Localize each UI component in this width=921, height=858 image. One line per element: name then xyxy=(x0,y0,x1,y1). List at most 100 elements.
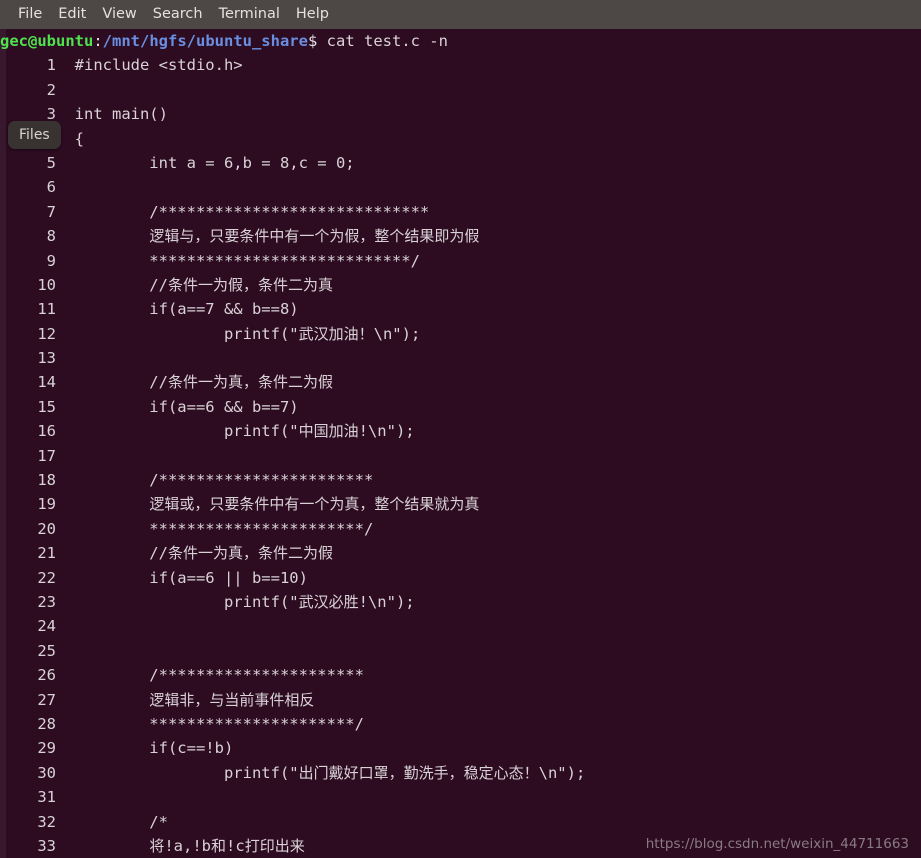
code-line: 13 xyxy=(0,346,921,370)
code-line: 17 xyxy=(0,444,921,468)
line-number: 33 xyxy=(0,836,75,855)
files-tooltip[interactable]: Files xyxy=(8,121,61,149)
line-number: 32 xyxy=(0,812,75,831)
terminal-screen[interactable]: gec@ubuntu:/mnt/hgfs/ubuntu_share$ cat t… xyxy=(0,29,921,858)
line-content: //条件一为假，条件二为真 xyxy=(74,275,333,294)
line-number: 20 xyxy=(0,519,75,538)
code-line: 23 printf("武汉必胜!\n"); xyxy=(0,590,921,614)
line-content: /***************************** xyxy=(74,202,430,221)
line-number: 14 xyxy=(0,373,75,392)
line-content: printf("武汉必胜!\n"); xyxy=(74,592,415,611)
line-content: /********************** xyxy=(74,666,364,685)
line-number: 19 xyxy=(0,495,75,514)
line-number: 21 xyxy=(0,544,75,563)
terminal-window: File Edit View Search Terminal Help gec@… xyxy=(0,0,921,858)
line-number: 18 xyxy=(0,471,75,490)
line-number: 13 xyxy=(0,349,75,368)
line-content: { xyxy=(74,129,84,148)
prompt-sigil: $ xyxy=(307,32,318,50)
line-content: #include <stdio.h> xyxy=(74,56,243,75)
code-line: 12 printf("武汉加油！\n"); xyxy=(0,322,921,346)
line-content: printf("武汉加油！\n"); xyxy=(74,324,421,343)
prompt-colon: : xyxy=(93,32,103,50)
watermark-url: https://blog.csdn.net/weixin_44711663 xyxy=(645,836,909,852)
code-line: 31 xyxy=(0,785,921,809)
line-number: 22 xyxy=(0,568,75,587)
line-content: //条件一为真，条件二为假 xyxy=(74,373,333,392)
menu-item-view[interactable]: View xyxy=(94,0,144,29)
line-number: 16 xyxy=(0,422,75,441)
line-content: printf("出门戴好口罩，勤洗手，稳定心态！\n"); xyxy=(74,763,586,782)
code-line: 20 ***********************/ xyxy=(0,517,921,541)
code-line: 25 xyxy=(0,639,921,663)
line-number: 1 xyxy=(0,56,75,75)
code-line: 18 /*********************** xyxy=(0,468,921,492)
code-line: 15 if(a==6 && b==7) xyxy=(0,395,921,419)
line-content: //条件一为真，条件二为假 xyxy=(74,544,333,563)
code-line: 6 xyxy=(0,175,921,199)
line-number: 7 xyxy=(0,202,75,221)
line-number: 27 xyxy=(0,690,75,709)
code-line: 2 xyxy=(0,78,921,102)
line-content: if(a==7 && b==8) xyxy=(74,300,299,319)
menu-item-search[interactable]: Search xyxy=(145,0,211,29)
line-number: 31 xyxy=(0,788,75,807)
line-content: int main() xyxy=(74,105,168,124)
line-number: 24 xyxy=(0,617,75,636)
line-number: 26 xyxy=(0,666,75,685)
line-content: /*********************** xyxy=(74,471,374,490)
code-line: 5 int a = 6,b = 8,c = 0; xyxy=(0,151,921,175)
code-line: 28 **********************/ xyxy=(0,712,921,736)
line-content: ***********************/ xyxy=(74,519,374,538)
line-number: 6 xyxy=(0,178,75,197)
line-content: 逻辑非，与当前事件相反 xyxy=(149,690,315,709)
code-line: 19 逻辑或，只要条件中有一个为真，整个结果就为真 xyxy=(0,492,921,516)
line-number: 15 xyxy=(0,397,75,416)
line-content: 逻辑与，只要条件中有一个为假，整个结果即为假 xyxy=(149,227,480,246)
line-number: 30 xyxy=(0,763,75,782)
code-line: 21 //条件一为真，条件二为假 xyxy=(0,541,921,565)
code-line: 14 //条件一为真，条件二为假 xyxy=(0,370,921,394)
line-content: 逻辑或，只要条件中有一个为真，整个结果就为真 xyxy=(149,495,480,514)
menu-item-help[interactable]: Help xyxy=(288,0,337,29)
menu-item-edit[interactable]: Edit xyxy=(50,0,94,29)
line-number: 12 xyxy=(0,324,75,343)
code-line: 4 { xyxy=(0,127,921,151)
code-line: 8 逻辑与，只要条件中有一个为假，整个结果即为假 xyxy=(0,224,921,248)
line-number: 10 xyxy=(0,275,75,294)
code-line: 16 printf("中国加油!\n"); xyxy=(0,419,921,443)
code-line: 24 xyxy=(0,614,921,638)
line-content: ****************************/ xyxy=(74,251,420,270)
line-content: if(a==6 || b==10) xyxy=(74,568,308,587)
code-line: 11 if(a==7 && b==8) xyxy=(0,297,921,321)
code-line: 27 逻辑非，与当前事件相反 xyxy=(0,688,921,712)
menu-item-terminal[interactable]: Terminal xyxy=(211,0,288,29)
code-line: 3 int main() xyxy=(0,102,921,126)
prompt-path: /mnt/hgfs/ubuntu_share xyxy=(102,32,308,50)
line-content: if(a==6 && b==7) xyxy=(74,397,299,416)
line-number: 8 xyxy=(0,227,75,246)
code-line: 32 /* xyxy=(0,810,921,834)
line-number: 17 xyxy=(0,446,75,465)
line-number: 9 xyxy=(0,251,75,270)
code-line: 26 /********************** xyxy=(0,663,921,687)
code-line: 30 printf("出门戴好口罩，勤洗手，稳定心态！\n"); xyxy=(0,761,921,785)
line-number: 29 xyxy=(0,739,75,758)
line-content: **********************/ xyxy=(74,714,364,733)
line-number: 2 xyxy=(0,80,75,99)
code-line: 1 #include <stdio.h> xyxy=(0,53,921,77)
files-tooltip-label: Files xyxy=(19,127,50,143)
menu-bar: File Edit View Search Terminal Help xyxy=(0,0,921,29)
line-number: 5 xyxy=(0,153,75,172)
terminal-text-area[interactable]: gec@ubuntu:/mnt/hgfs/ubuntu_share$ cat t… xyxy=(0,29,921,858)
code-line: 7 /***************************** xyxy=(0,200,921,224)
prompt-user-host: gec@ubuntu xyxy=(0,32,94,50)
line-number: 11 xyxy=(0,300,75,319)
menu-item-file[interactable]: File xyxy=(10,0,50,29)
line-content: 将!a,!b和!c打印出来 xyxy=(149,836,305,855)
prompt-line-cat: gec@ubuntu:/mnt/hgfs/ubuntu_share$ cat t… xyxy=(0,29,921,53)
code-line: 9 ****************************/ xyxy=(0,249,921,273)
line-content: printf("中国加油!\n"); xyxy=(74,422,415,441)
line-number: 23 xyxy=(0,592,75,611)
code-line: 29 if(c==!b) xyxy=(0,736,921,760)
